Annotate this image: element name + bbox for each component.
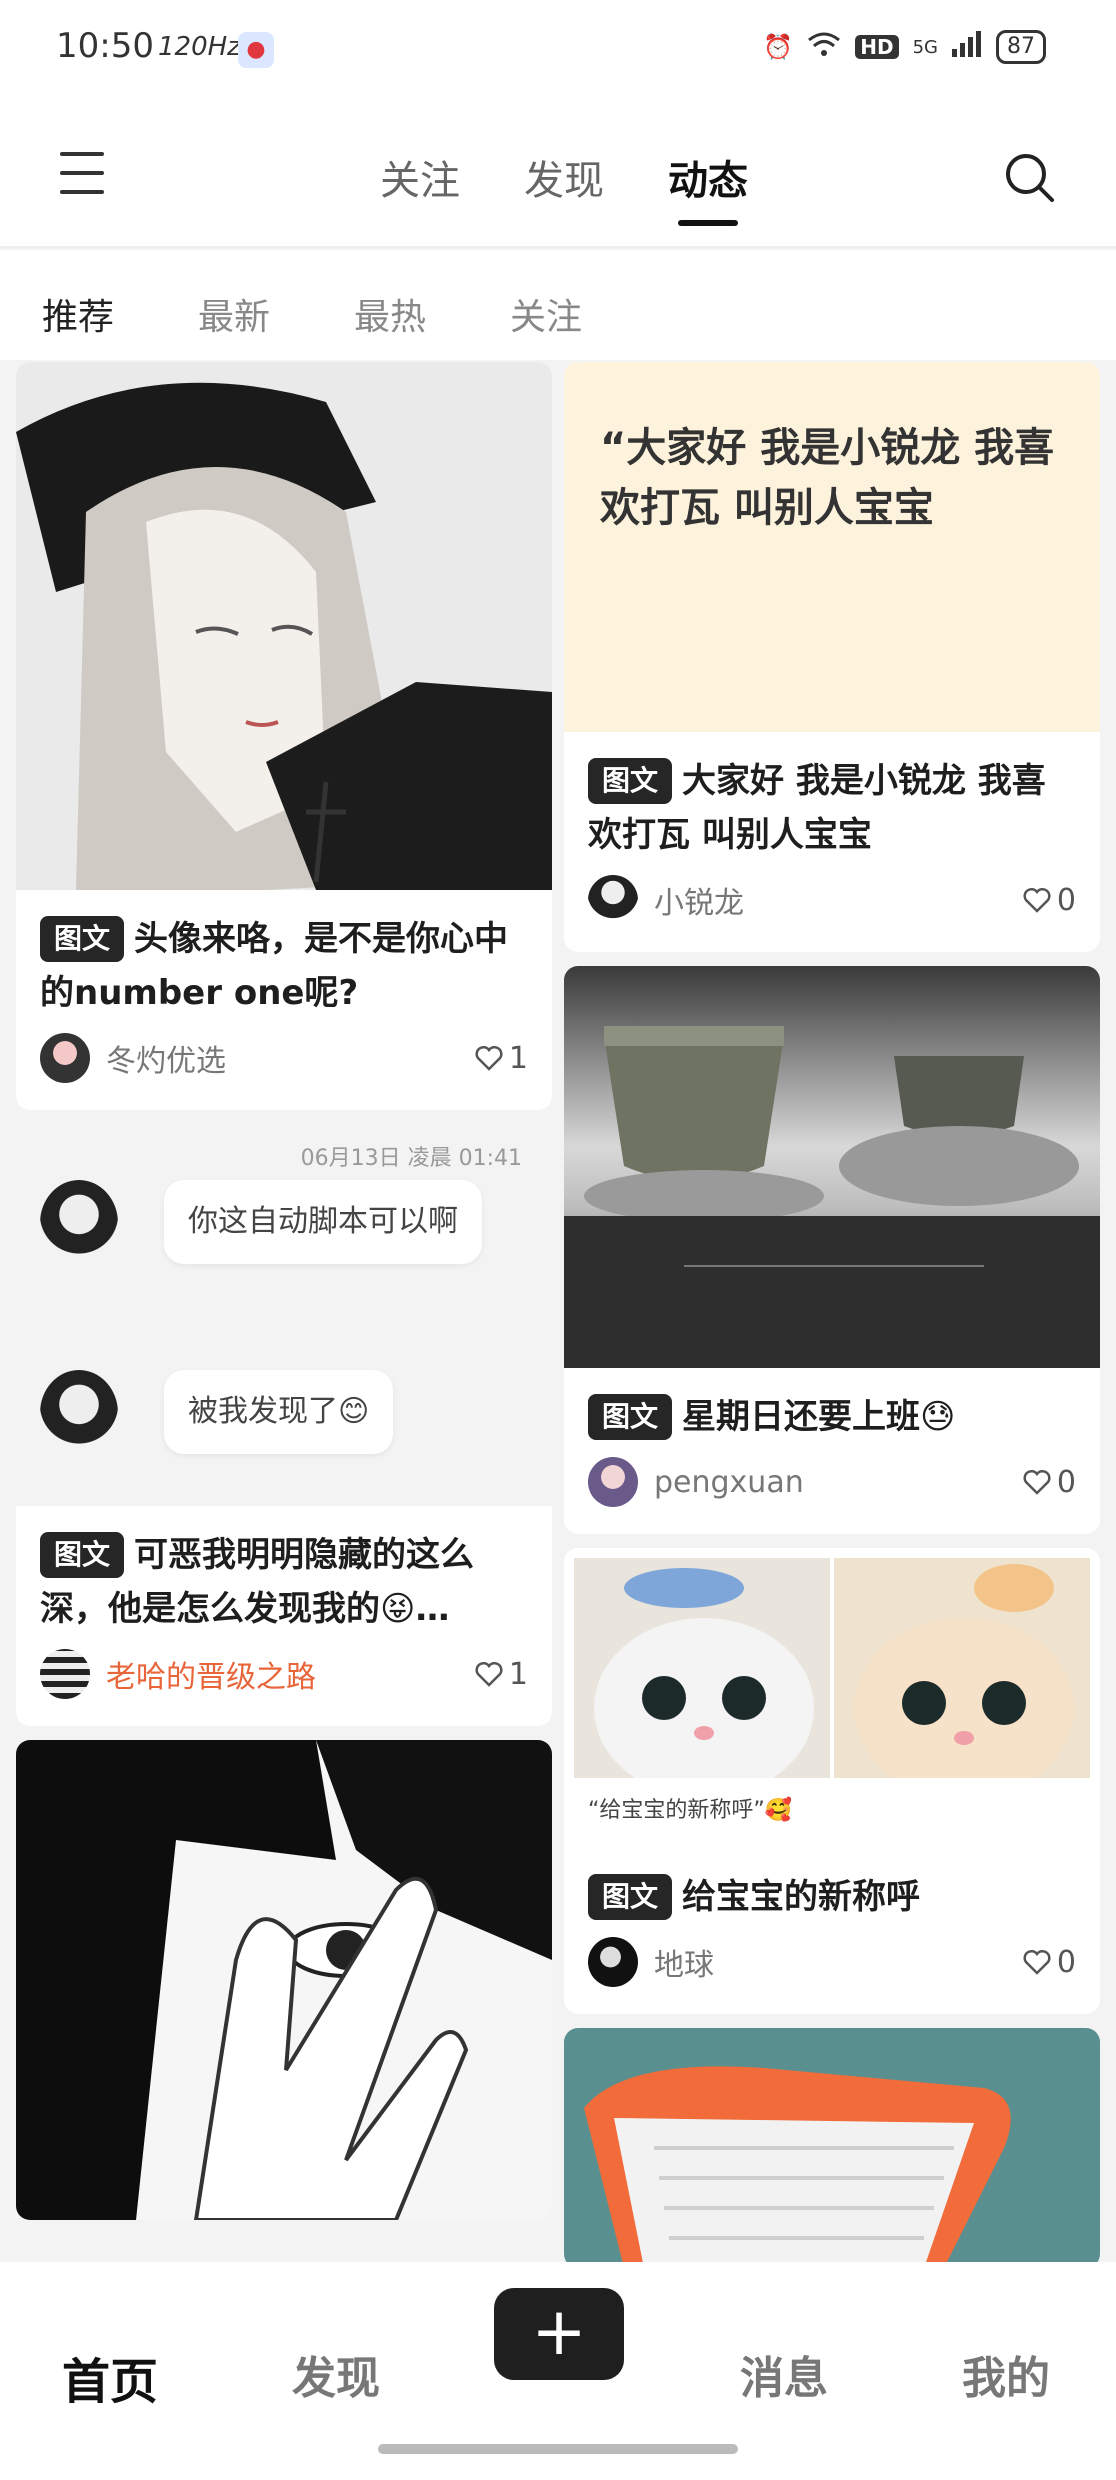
chat-bubble: 被我发现了😊 — [164, 1370, 394, 1454]
home-indicator[interactable] — [378, 2444, 738, 2454]
author-name[interactable]: 老哈的晋级之路 — [106, 1652, 475, 1696]
nav-messages[interactable]: 消息 — [740, 2342, 828, 2406]
subtab-following[interactable]: 关注 — [510, 288, 582, 340]
heart-icon — [475, 1661, 503, 1687]
avatar — [40, 1180, 118, 1266]
network-label: 5G — [912, 36, 938, 58]
chat-timestamp: 06月13日 凌晨 01:41 — [300, 1146, 522, 1171]
heart-icon — [1023, 1469, 1051, 1495]
search-icon[interactable] — [1004, 152, 1056, 204]
post-card[interactable]: “给宝宝的新称呼”🥰 图文 给宝宝的新称呼 地球 0 — [564, 1548, 1100, 2014]
post-card[interactable]: “大家好 我是小锐龙 我喜欢打瓦 叫别人宝宝 图文 大家好 我是小锐龙 我喜欢打瓦… — [564, 362, 1100, 952]
post-card[interactable]: 图文 星期日还要上班😓 pengxuan 0 — [564, 966, 1100, 1534]
like-count: 0 — [1056, 1464, 1076, 1500]
signal-icon — [952, 31, 982, 63]
feed-column-left: 图文 头像来咯，是不是你心中的number one呢? 冬灼优选 1 06月13日… — [16, 362, 552, 2234]
wifi-icon — [807, 30, 841, 64]
top-nav: 关注 发现 动态 — [0, 100, 1116, 248]
post-type-tag: 图文 — [588, 1874, 673, 1920]
post-cover-image[interactable] — [564, 2028, 1100, 2262]
like-count: 0 — [1056, 1944, 1076, 1980]
tab-dynamic[interactable]: 动态 — [668, 148, 748, 226]
nav-me[interactable]: 我的 — [962, 2342, 1050, 2406]
like-count: 1 — [508, 1040, 528, 1076]
post-title: 图文 给宝宝的新称呼 — [588, 1870, 1076, 1924]
refresh-rate: 120Hz — [158, 32, 241, 62]
avatar[interactable] — [40, 1649, 90, 1699]
post-card[interactable] — [564, 2028, 1100, 2262]
author-name[interactable]: 小锐龙 — [654, 878, 1023, 922]
avatar[interactable] — [40, 1033, 90, 1083]
battery-indicator: 87 — [996, 30, 1046, 64]
post-cover-image[interactable] — [16, 1740, 552, 2220]
avatar — [40, 1370, 118, 1456]
feed: 图文 头像来咯，是不是你心中的number one呢? 冬灼优选 1 06月13日… — [0, 362, 1116, 2262]
like-button[interactable]: 1 — [475, 1657, 528, 1692]
feed-column-right: “大家好 我是小锐龙 我喜欢打瓦 叫别人宝宝 图文 大家好 我是小锐龙 我喜欢打瓦… — [564, 362, 1100, 2262]
like-count: 0 — [1056, 882, 1076, 918]
tab-discover[interactable]: 发现 — [524, 148, 604, 206]
post-type-tag: 图文 — [588, 1394, 673, 1440]
status-time: 10:50 — [56, 26, 154, 66]
post-card[interactable] — [16, 1740, 552, 2220]
like-button[interactable]: 0 — [1023, 1945, 1076, 1980]
heart-icon — [475, 1045, 503, 1071]
sub-nav: 推荐 最新 最热 关注 — [0, 250, 1116, 360]
post-cover-image[interactable] — [564, 966, 1100, 1368]
cover-caption: “给宝宝的新称呼”🥰 — [588, 1798, 793, 1823]
nav-home[interactable]: 首页 — [62, 2342, 158, 2412]
post-title: 图文 头像来咯，是不是你心中的number one呢? — [40, 912, 528, 1020]
post-cover-image[interactable]: “大家好 我是小锐龙 我喜欢打瓦 叫别人宝宝 — [564, 362, 1100, 732]
post-title: 图文 星期日还要上班😓 — [588, 1390, 1076, 1444]
create-post-button[interactable]: + — [494, 2288, 624, 2380]
alarm-icon: ⏰ — [763, 33, 794, 61]
post-cover-image[interactable] — [16, 362, 552, 890]
author-name[interactable]: 冬灼优选 — [106, 1036, 475, 1080]
app-notification-icon: ● — [238, 32, 274, 68]
bottom-nav: 首页 发现 + 消息 我的 — [0, 2262, 1116, 2480]
like-button[interactable]: 0 — [1023, 1465, 1076, 1500]
post-title: 图文 大家好 我是小锐龙 我喜欢打瓦 叫别人宝宝 — [588, 754, 1076, 862]
post-title: 图文 可恶我明明隐藏的这么深，他是怎么发现我的😝… — [40, 1528, 528, 1636]
author-name[interactable]: pengxuan — [654, 1465, 1023, 1500]
chat-bubble: 你这自动脚本可以啊 — [164, 1180, 482, 1264]
status-bar: 10:50 120Hz ● ⏰ HD 5G 87 — [0, 0, 1116, 100]
post-type-tag: 图文 — [588, 758, 673, 804]
cover-text: “大家好 我是小锐龙 我喜欢打瓦 叫别人宝宝 — [600, 425, 1055, 531]
avatar[interactable] — [588, 875, 638, 925]
subtab-recommend[interactable]: 推荐 — [42, 288, 114, 340]
nav-discover[interactable]: 发现 — [292, 2342, 380, 2406]
heart-icon — [1023, 887, 1051, 913]
heart-icon — [1023, 1949, 1051, 1975]
like-button[interactable]: 1 — [475, 1041, 528, 1076]
like-count: 1 — [508, 1656, 528, 1692]
avatar[interactable] — [588, 1457, 638, 1507]
hd-badge: HD — [855, 35, 899, 59]
subtab-latest[interactable]: 最新 — [198, 288, 270, 340]
menu-icon[interactable] — [60, 152, 116, 198]
tab-follow[interactable]: 关注 — [380, 148, 460, 206]
post-type-tag: 图文 — [40, 1532, 125, 1578]
status-icons: ⏰ HD 5G 87 — [763, 30, 1046, 64]
author-name[interactable]: 地球 — [654, 1940, 1023, 1984]
post-cover-image[interactable]: “给宝宝的新称呼”🥰 — [564, 1548, 1100, 1848]
post-card[interactable]: 图文 头像来咯，是不是你心中的number one呢? 冬灼优选 1 — [16, 362, 552, 1110]
subtab-hottest[interactable]: 最热 — [354, 288, 426, 340]
like-button[interactable]: 0 — [1023, 883, 1076, 918]
post-type-tag: 图文 — [40, 916, 125, 962]
post-card[interactable]: 06月13日 凌晨 01:41 你这自动脚本可以啊 被我发现了😊 图文 可恶我明明… — [16, 1124, 552, 1726]
post-cover-image[interactable]: 06月13日 凌晨 01:41 你这自动脚本可以啊 被我发现了😊 — [16, 1124, 552, 1506]
avatar[interactable] — [588, 1937, 638, 1987]
